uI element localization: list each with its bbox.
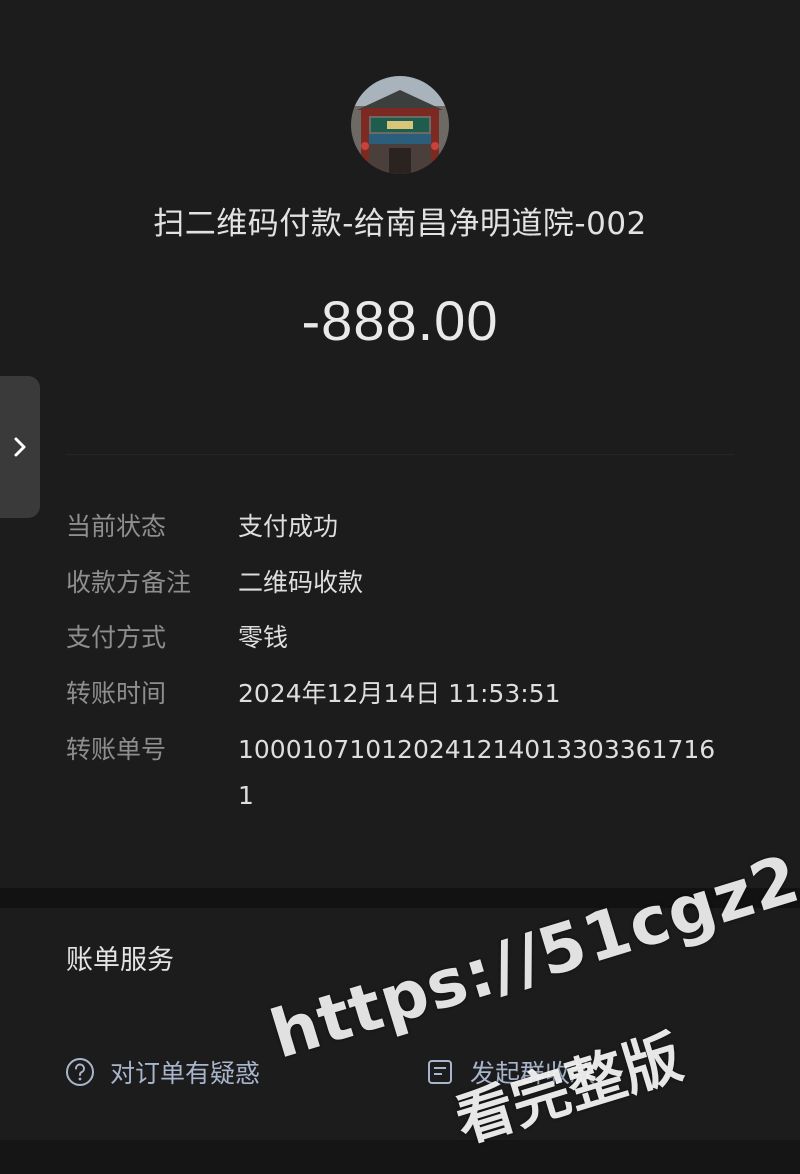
detail-label: 当前状态 xyxy=(66,512,167,541)
header-divider xyxy=(66,454,734,455)
detail-value: 2024年12月14日 11:53:51 xyxy=(238,679,561,708)
merchant-title: 扫二维码付款-给南昌净明道院-002 xyxy=(153,206,647,242)
chevron-right-icon xyxy=(14,437,26,457)
detail-value: 零钱 xyxy=(238,623,289,652)
merchant-avatar xyxy=(351,76,449,174)
bill-detail-page: 扫二维码付款-给南昌净明道院-002 -888.00 当前状态 支付成功 收款方… xyxy=(0,0,800,1174)
services-title: 账单服务 xyxy=(66,945,174,976)
question-circle-icon xyxy=(64,1056,96,1088)
detail-label: 收款方备注 xyxy=(66,568,192,597)
order-doubt-link[interactable]: 对订单有疑惑 xyxy=(64,1052,260,1092)
side-panel-handle[interactable] xyxy=(0,376,40,518)
order-doubt-label: 对订单有疑惑 xyxy=(110,1059,261,1088)
detail-value: 二维码收款 xyxy=(238,568,364,597)
transfer-id-value[interactable]: 100010710120241214013303361716 1 xyxy=(238,727,728,819)
detail-label: 转账单号 xyxy=(66,735,167,764)
bottom-bar xyxy=(0,1140,800,1174)
detail-label: 支付方式 xyxy=(66,623,167,652)
detail-label: 转账时间 xyxy=(66,679,167,708)
payment-amount: -888.00 xyxy=(301,289,499,352)
temple-gate-image xyxy=(351,76,449,174)
detail-value: 支付成功 xyxy=(238,512,339,541)
